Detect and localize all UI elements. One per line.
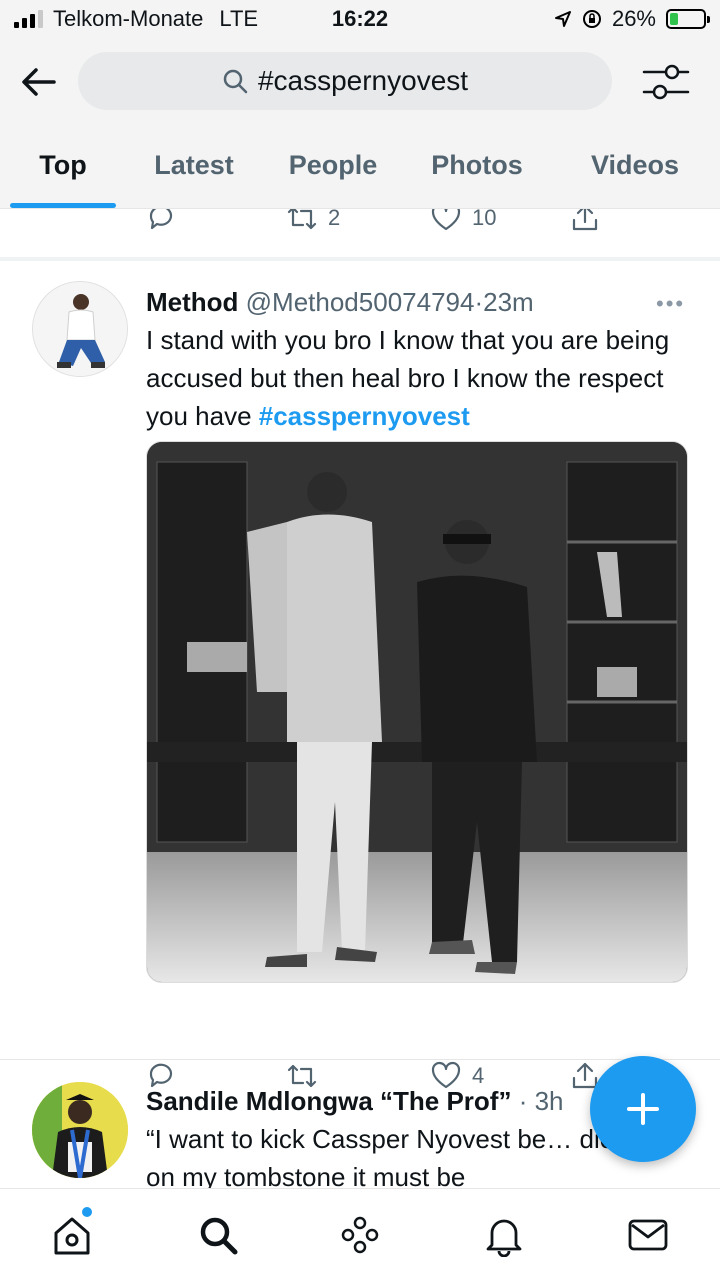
like-icon <box>431 209 461 231</box>
bottom-tab-bar <box>0 1188 720 1280</box>
tab-label: Videos <box>590 150 680 180</box>
search-header: #casspernyovest Top Latest People Photos… <box>0 44 720 208</box>
retweet-count: 2 <box>328 208 341 230</box>
reply-icon <box>149 209 173 230</box>
tab-people[interactable]: People <box>268 150 398 208</box>
dot-separator: · <box>474 287 484 317</box>
rotation-lock-icon <box>582 10 601 28</box>
handle[interactable]: @Method50074794 <box>246 287 475 317</box>
reply-button[interactable] <box>146 209 176 233</box>
tab-label: Top <box>39 150 87 180</box>
search-tabs: Top Latest People Photos Videos <box>0 134 720 208</box>
status-bar: Telkom-Monate LTE 16:22 26% <box>0 0 720 44</box>
tab-photos[interactable]: Photos <box>412 150 542 208</box>
hashtag-link[interactable]: #casspernyovest <box>259 401 470 431</box>
filter-icon[interactable] <box>640 62 692 102</box>
tab-label: Photos <box>431 150 523 180</box>
search-input[interactable]: #casspernyovest <box>78 52 612 110</box>
back-arrow-icon[interactable] <box>18 62 62 102</box>
display-name[interactable]: Sandile Mdlongwa “The Prof” <box>146 1086 511 1116</box>
tab-label: Latest <box>154 150 234 180</box>
battery-percent: 26% <box>611 6 656 31</box>
avatar-image <box>33 282 127 376</box>
like-count: 10 <box>472 208 497 230</box>
search-query: #casspernyovest <box>257 65 469 96</box>
tab-top[interactable]: Top <box>0 150 126 208</box>
tweet-body: “I want to kick Cassper Nyovest be… die.… <box>146 1124 674 1188</box>
share-icon <box>572 209 598 231</box>
tab-latest[interactable]: Latest <box>130 150 258 208</box>
notifications-icon[interactable] <box>482 1213 526 1257</box>
share-button[interactable] <box>570 209 600 233</box>
tweet-photo[interactable] <box>146 441 688 983</box>
messages-icon[interactable] <box>626 1213 670 1257</box>
explore-icon[interactable] <box>196 1213 240 1257</box>
timestamp[interactable]: 23m <box>483 287 534 317</box>
battery-icon <box>666 9 710 29</box>
compose-button[interactable] <box>590 1056 696 1162</box>
tweet[interactable]: Method @Method50074794·23m ••• I stand w… <box>0 261 720 1089</box>
photo-image <box>147 442 687 982</box>
tab-label: People <box>288 150 378 180</box>
compose-icon <box>627 1093 659 1125</box>
spaces-icon[interactable] <box>338 1213 382 1257</box>
home-icon[interactable] <box>50 1213 94 1257</box>
tweet-header: Method @Method50074794·23m <box>146 287 534 318</box>
more-icon[interactable]: ••• <box>656 291 685 317</box>
avatar[interactable] <box>32 1082 128 1178</box>
retweet-icon <box>287 209 317 230</box>
like-button[interactable]: 10 <box>430 208 497 233</box>
tab-videos[interactable]: Videos <box>570 150 700 208</box>
timestamp[interactable]: · 3h <box>519 1086 564 1116</box>
avatar-image <box>32 1082 128 1178</box>
search-icon <box>223 69 248 94</box>
tweet-text: I stand with you bro I know that you are… <box>146 321 686 435</box>
avatar[interactable] <box>32 281 128 377</box>
tweet-header: Sandile Mdlongwa “The Prof” · 3h <box>146 1086 564 1117</box>
display-name[interactable]: Method <box>146 287 238 317</box>
new-content-dot <box>82 1207 92 1217</box>
retweet-button[interactable]: 2 <box>286 208 341 233</box>
timeline: 2 10 Method @Method50074794·23m ••• I st… <box>0 208 720 1188</box>
location-icon <box>554 11 571 27</box>
